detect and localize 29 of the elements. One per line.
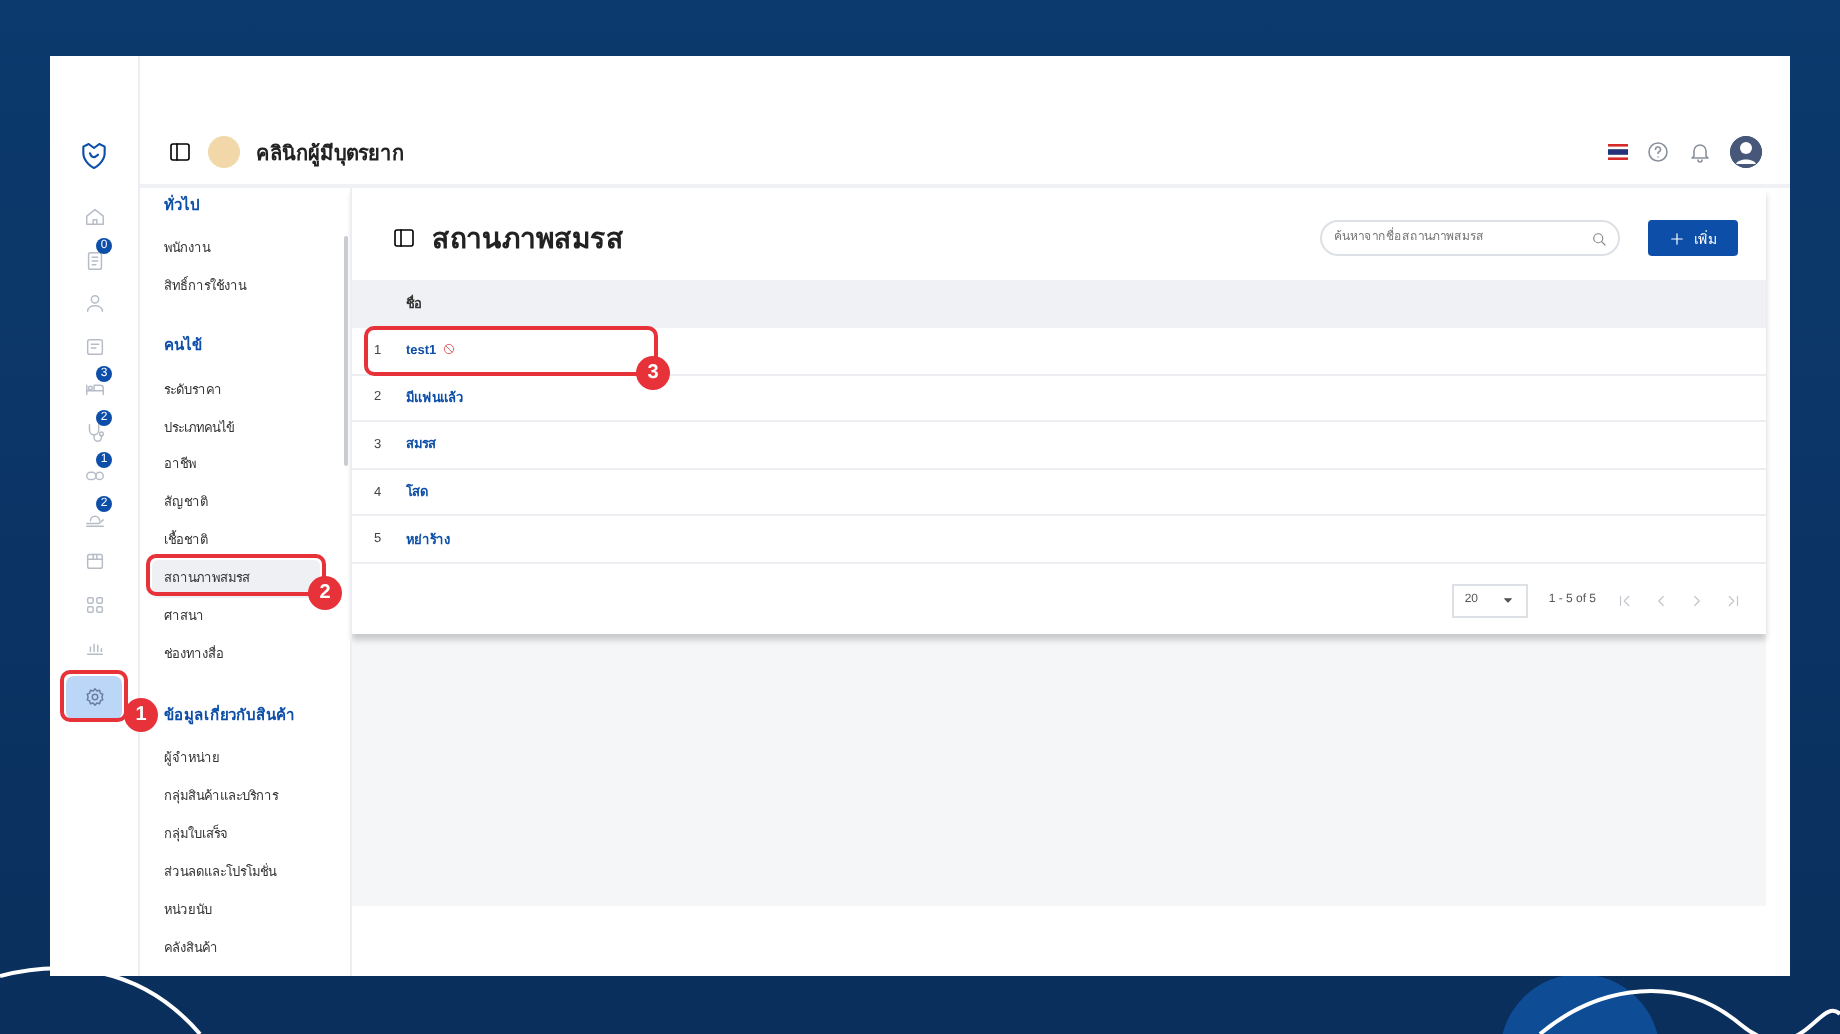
card-icon bbox=[83, 335, 105, 358]
last-page-icon bbox=[1724, 591, 1742, 610]
settings-icon bbox=[83, 686, 105, 708]
shield-logo-icon bbox=[78, 140, 110, 172]
sidebar-icon-button[interactable] bbox=[66, 675, 122, 719]
page-title: สถานภาพสมรส bbox=[432, 220, 624, 258]
notification-icon bbox=[1688, 140, 1712, 164]
user-avatar-icon[interactable] bbox=[1730, 136, 1762, 168]
first-page-icon bbox=[1616, 591, 1634, 610]
home-icon bbox=[83, 206, 105, 229]
box-icon bbox=[83, 550, 105, 573]
step-number: 3 bbox=[636, 356, 670, 390]
search-icon bbox=[1590, 229, 1608, 247]
panel-icon bbox=[392, 226, 416, 250]
step-number: 2 bbox=[308, 576, 342, 611]
clinic-name: คลินิกผู้มีบุตรยาก bbox=[256, 140, 404, 167]
step-number: 1 bbox=[124, 697, 158, 731]
stethoscope-icon bbox=[83, 421, 105, 444]
clinic-logo-icon bbox=[208, 136, 240, 168]
next-page-icon bbox=[1688, 591, 1706, 610]
sidebar-toggle-icon bbox=[168, 140, 192, 164]
help-icon bbox=[1646, 140, 1670, 164]
grid-icon bbox=[83, 593, 105, 616]
flag-icon[interactable] bbox=[1608, 144, 1628, 160]
document-icon bbox=[83, 249, 105, 272]
previous-page-icon bbox=[1652, 591, 1670, 610]
blocked-icon bbox=[442, 341, 457, 356]
plus-icon bbox=[1668, 229, 1686, 247]
person-icon bbox=[83, 292, 105, 315]
